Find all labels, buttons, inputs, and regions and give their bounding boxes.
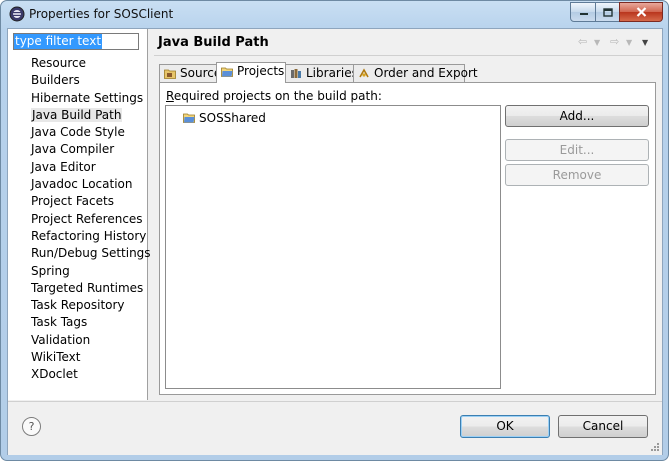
required-projects-label: Required projects on the build path: bbox=[166, 89, 382, 103]
tree-item-refactoring-history[interactable]: Refactoring History bbox=[8, 228, 147, 245]
tree-item-java-compiler[interactable]: Java Compiler bbox=[8, 141, 147, 158]
properties-window: Properties for SOSClient type filter tex… bbox=[0, 0, 669, 461]
tree-item-hibernate-settings[interactable]: Hibernate Settings bbox=[8, 90, 147, 107]
tab-libraries[interactable]: Libraries bbox=[285, 64, 358, 82]
edit-button[interactable]: Edit... bbox=[505, 139, 649, 161]
tab-projects[interactable]: Projects bbox=[216, 62, 286, 83]
tree-item-xdoclet[interactable]: XDoclet bbox=[8, 366, 147, 383]
tree-item-builders[interactable]: Builders bbox=[8, 72, 147, 89]
tree-item-resource[interactable]: Resource bbox=[8, 55, 147, 72]
back-arrow-icon[interactable]: ⇦ bbox=[578, 35, 587, 48]
tree-item-task-repository[interactable]: Task Repository bbox=[8, 297, 147, 314]
tree-item-spring[interactable]: Spring bbox=[8, 263, 147, 280]
ok-button[interactable]: OK bbox=[460, 415, 550, 438]
minimize-icon bbox=[579, 13, 588, 15]
projects-tab-content: Required projects on the build path: SOS… bbox=[159, 82, 656, 395]
property-page-tree: type filter text Resource Builders Hiber… bbox=[8, 29, 151, 400]
source-folder-icon bbox=[164, 69, 176, 79]
tree-list: Resource Builders Hibernate Settings Jav… bbox=[8, 55, 151, 384]
back-dropdown-icon[interactable]: ▼ bbox=[594, 38, 600, 47]
tree-item-validation[interactable]: Validation bbox=[8, 332, 147, 349]
tab-order-and-export[interactable]: Order and Export bbox=[353, 64, 478, 82]
window-title: Properties for SOSClient bbox=[29, 7, 174, 21]
tree-item-project-facets[interactable]: Project Facets bbox=[8, 193, 147, 210]
list-item[interactable]: SOSShared bbox=[183, 110, 266, 126]
maximize-button[interactable] bbox=[595, 2, 621, 22]
tree-item-wikitext[interactable]: WikiText bbox=[8, 349, 147, 366]
filter-input[interactable]: type filter text bbox=[13, 33, 139, 50]
resize-grip-icon[interactable] bbox=[650, 442, 660, 452]
tree-item-java-build-path[interactable]: Java Build Path bbox=[8, 107, 147, 124]
dialog-client-area: type filter text Resource Builders Hiber… bbox=[7, 28, 663, 455]
view-menu-icon[interactable]: ▼ bbox=[642, 38, 648, 47]
help-button[interactable]: ? bbox=[22, 417, 41, 436]
title-separator bbox=[154, 55, 662, 56]
forward-dropdown-icon[interactable]: ▼ bbox=[626, 38, 632, 47]
cancel-button[interactable]: Cancel bbox=[558, 415, 648, 438]
tree-item-targeted-runtimes[interactable]: Targeted Runtimes bbox=[8, 280, 147, 297]
maximize-icon bbox=[603, 7, 613, 17]
remove-button[interactable]: Remove bbox=[505, 164, 649, 186]
tree-item-project-references[interactable]: Project References bbox=[8, 211, 147, 228]
tree-item-javadoc-location[interactable]: Javadoc Location bbox=[8, 176, 147, 193]
tab-source[interactable]: Source bbox=[159, 64, 221, 82]
eclipse-app-icon bbox=[9, 6, 25, 22]
minimize-button[interactable] bbox=[570, 2, 597, 22]
close-icon bbox=[636, 7, 646, 17]
filter-input-text: type filter text bbox=[14, 34, 103, 49]
tree-item-java-code-style[interactable]: Java Code Style bbox=[8, 124, 147, 141]
tree-item-run-debug-settings[interactable]: Run/Debug Settings bbox=[8, 245, 151, 262]
tree-item-java-editor[interactable]: Java Editor bbox=[8, 159, 147, 176]
close-button[interactable] bbox=[619, 2, 663, 22]
page-title: Java Build Path bbox=[158, 35, 269, 50]
project-icon bbox=[183, 113, 195, 123]
order-export-icon bbox=[359, 68, 369, 78]
history-navigation: ⇦ ▼ ⇨ ▼ ▼ bbox=[578, 35, 658, 49]
project-folder-icon bbox=[221, 67, 233, 77]
title-bar[interactable]: Properties for SOSClient bbox=[1, 1, 668, 27]
forward-arrow-icon[interactable]: ⇨ bbox=[610, 35, 619, 48]
required-projects-list[interactable]: SOSShared bbox=[165, 105, 501, 389]
add-button[interactable]: Add... bbox=[505, 105, 649, 127]
tree-item-task-tags[interactable]: Task Tags bbox=[8, 314, 147, 331]
library-icon bbox=[291, 69, 301, 78]
